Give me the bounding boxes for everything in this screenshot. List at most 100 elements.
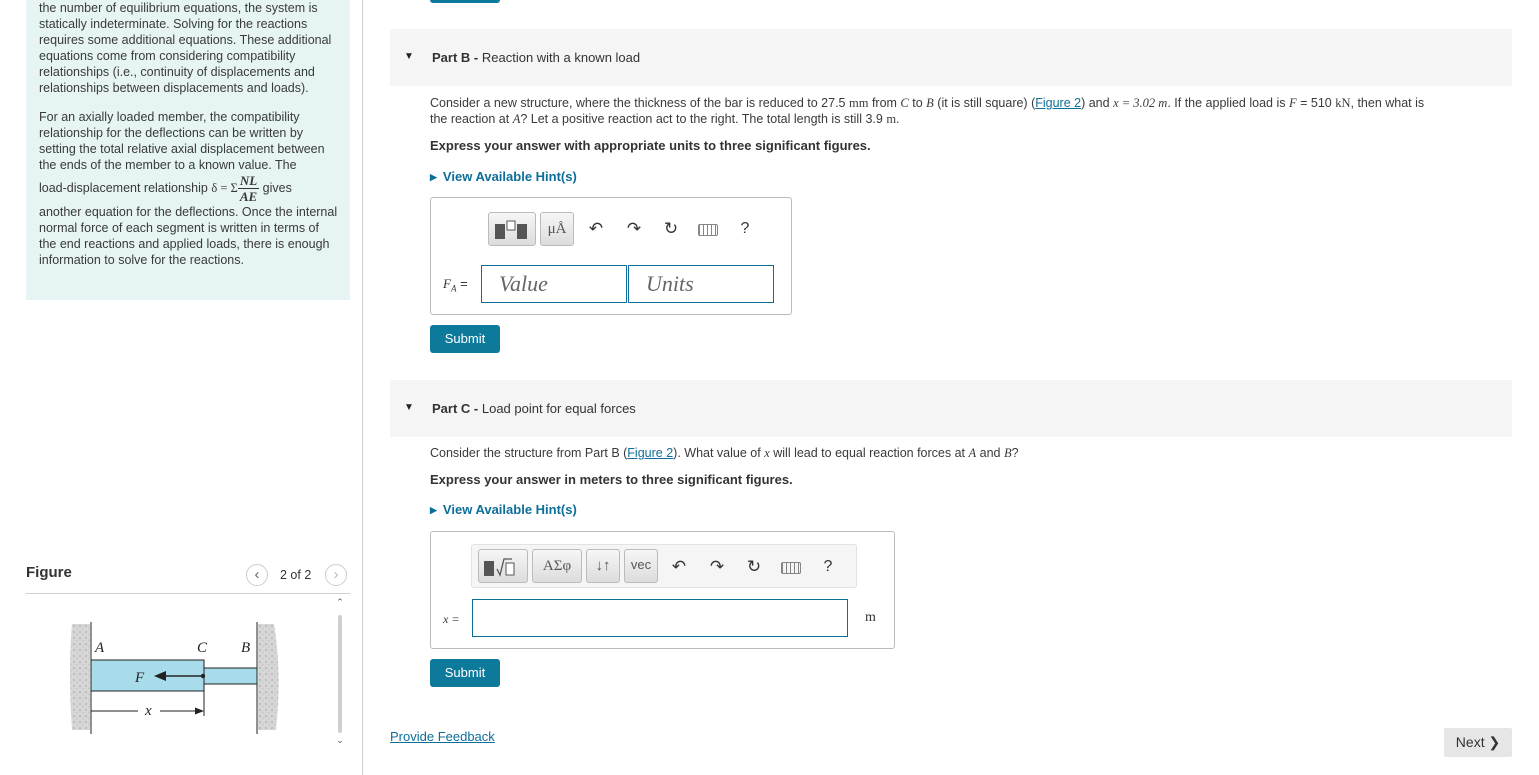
intro-paragraph-4: another equation for the deflections. On… (39, 205, 338, 267)
part-b-submit-button[interactable]: Submit (430, 325, 500, 353)
math-expression: x = 3.02 m (1113, 96, 1168, 110)
intro-paragraph-1: the number of equilibrium equations, the… (39, 1, 332, 95)
units-input[interactable]: Units (628, 265, 774, 303)
label-b: B (241, 640, 250, 656)
collapse-triangle-icon[interactable]: ▼ (404, 402, 414, 413)
keyboard-icon[interactable] (696, 212, 720, 246)
field-label-x: x = (443, 612, 460, 626)
label-a: A (94, 640, 105, 656)
provide-feedback-link[interactable]: Provide Feedback (390, 729, 495, 744)
math-var: B (1003, 446, 1012, 460)
intro-paragraph-2-text: For an axially loaded member, the compat… (39, 110, 325, 172)
right-wall (258, 624, 279, 730)
reset-icon[interactable]: ↻ (742, 550, 766, 584)
vector-button[interactable]: vec (624, 549, 658, 583)
units-button[interactable]: μÅ (540, 212, 574, 246)
keyboard-icon[interactable] (779, 550, 803, 584)
math-unit: kN (1335, 96, 1351, 110)
dimension-arrow-head (195, 707, 204, 715)
question-text: . If the applied load is (1167, 96, 1286, 110)
collapse-triangle-icon[interactable]: ▼ (404, 51, 414, 62)
question-text: from (871, 96, 897, 110)
hint-label: View Available Hint(s) (442, 169, 577, 184)
question-text: , then what is (1350, 96, 1425, 110)
subscript-button[interactable]: ↓↑ (586, 549, 620, 583)
field-subscript: A (450, 283, 457, 294)
question-text: . (896, 112, 900, 126)
part-b-answer-panel: μÅ ↶ ↷ ↻ ? FA = Value Units (430, 197, 792, 315)
help-icon[interactable]: ? (733, 212, 757, 246)
question-text: ). What value of (673, 446, 761, 460)
part-b-title: Part B - Reaction with a known load (432, 50, 640, 65)
hint-label: View Available Hint(s) (442, 502, 577, 517)
field-var: F (443, 276, 451, 291)
figure-counter: 2 of 2 (280, 568, 312, 582)
part-c-submit-button[interactable]: Submit (430, 659, 500, 687)
undo-icon[interactable]: ↶ (667, 550, 691, 584)
formula-lhs: δ = Σ (211, 180, 238, 195)
formula-numerator: NL (237, 173, 260, 189)
scroll-up-icon[interactable]: ⌃ (335, 597, 345, 608)
chevron-right-icon[interactable]: › (325, 564, 347, 586)
part-b-header[interactable]: ▼ Part B - Reaction with a known load (390, 29, 1512, 86)
x-input[interactable] (472, 599, 848, 637)
figure-title: Figure (26, 564, 72, 581)
value-input[interactable]: Value (481, 265, 627, 303)
templates-icon[interactable] (478, 549, 528, 583)
scrollbar-thumb[interactable] (338, 615, 342, 733)
redo-icon[interactable]: ↷ (622, 212, 646, 246)
templates-glyph (495, 220, 527, 239)
part-c-header[interactable]: ▼ Part C - Load point for equal forces (390, 380, 1512, 437)
greek-button[interactable]: ΑΣφ (532, 549, 582, 583)
chevron-left-icon[interactable]: ‹ (246, 564, 268, 586)
math-var: C (900, 96, 909, 110)
scroll-down-icon[interactable]: ⌄ (335, 735, 345, 746)
bar-thin-segment (203, 667, 258, 685)
intro-paragraph-2: For an axially loaded member, the compat… (39, 109, 338, 268)
unit-label-m: m (865, 610, 876, 625)
question-text: the reaction at (430, 112, 510, 126)
part-b-title-text: Reaction with a known load (481, 50, 641, 65)
previous-submit-button[interactable] (430, 0, 500, 3)
templates-icon[interactable] (488, 212, 536, 246)
formula-fraction: NL AE (237, 173, 260, 204)
label-c: C (197, 640, 208, 656)
figure-header: Figure ‹ 2 of 2 › (26, 560, 350, 594)
part-c-question: Consider the structure from Part B (Figu… (430, 445, 1019, 461)
field-equals: = (460, 276, 468, 291)
part-c-label: Part C - (432, 401, 479, 416)
figure-diagram: A C B F x (70, 622, 279, 734)
part-b-toolbar: μÅ ↶ ↷ ↻ ? (481, 212, 781, 252)
expand-triangle-icon: ▶ (430, 172, 437, 182)
question-text: ? Let a positive reaction act to the rig… (520, 112, 883, 126)
part-c-toolbar: ΑΣφ ↓↑ vec ↶ ↷ ↻ ? (471, 544, 857, 588)
intro-panel: the number of equilibrium equations, the… (26, 0, 350, 300)
math-var: B (926, 96, 934, 110)
part-c-title: Part C - Load point for equal forces (432, 401, 636, 416)
redo-icon[interactable]: ↷ (705, 550, 729, 584)
column-divider (362, 0, 363, 775)
math-var: F (1288, 96, 1297, 110)
part-c-instruction: Express your answer in meters to three s… (430, 472, 793, 487)
figure-scrollbar[interactable]: ⌃ ⌄ (335, 597, 345, 747)
undo-icon[interactable]: ↶ (584, 212, 608, 246)
part-c-hint-link[interactable]: ▶ View Available Hint(s) (430, 502, 577, 517)
math-unit: m (886, 112, 897, 126)
next-button[interactable]: Next ❯ (1444, 728, 1512, 757)
math-var: x (764, 446, 770, 460)
intro-paragraph-3-tail: gives (262, 180, 292, 195)
reset-icon[interactable]: ↻ (659, 212, 683, 246)
question-text: = 510 (1300, 96, 1332, 110)
figure-2-link[interactable]: Figure 2 (1035, 96, 1081, 110)
figure-2-link[interactable]: Figure 2 (627, 446, 673, 460)
question-text: Consider a new structure, where the thic… (430, 96, 846, 110)
help-icon[interactable]: ? (816, 550, 840, 584)
formula-denominator: AE (239, 189, 258, 204)
part-b-hint-link[interactable]: ▶ View Available Hint(s) (430, 169, 577, 184)
label-x: x (144, 703, 152, 719)
field-label-fa: FA = (443, 276, 468, 294)
question-text: and (979, 446, 1001, 460)
part-b-question: Consider a new structure, where the thic… (430, 95, 1515, 127)
part-b-label: Part B - (432, 50, 479, 65)
question-text: (it is still square) ( (937, 96, 1036, 110)
